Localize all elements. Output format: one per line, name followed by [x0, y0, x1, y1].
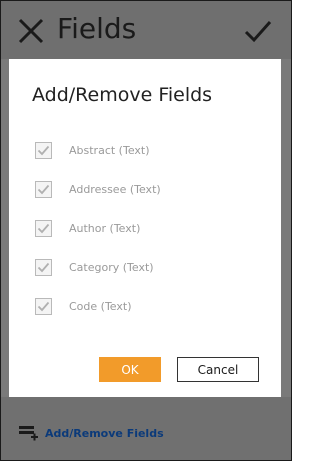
app-frame: Fields Add/Remove Fields Add/Remove Fiel… — [0, 0, 292, 461]
checkbox-icon — [37, 184, 50, 194]
checkbox[interactable] — [35, 219, 52, 237]
cancel-button[interactable]: Cancel — [177, 357, 259, 382]
checkbox-icon — [37, 301, 50, 311]
checkbox-icon — [37, 145, 50, 155]
field-row[interactable]: Category (Text) — [35, 257, 154, 277]
field-label: Addressee (Text) — [69, 182, 161, 196]
checkbox-icon — [37, 223, 50, 233]
field-label: Author (Text) — [69, 221, 141, 235]
field-label: Abstract (Text) — [69, 143, 150, 157]
field-row[interactable]: Addressee (Text) — [35, 179, 161, 199]
add-remove-fields-dialog: Add/Remove Fields Abstract (Text) Addres… — [9, 59, 281, 397]
dialog-title: Add/Remove Fields — [32, 84, 213, 106]
checkbox-icon — [37, 262, 50, 272]
checkbox[interactable] — [35, 141, 52, 159]
field-row[interactable]: Abstract (Text) — [35, 140, 150, 160]
ok-button[interactable]: OK — [99, 357, 161, 382]
checkbox[interactable] — [35, 180, 52, 198]
field-row[interactable]: Code (Text) — [35, 296, 132, 316]
field-row[interactable]: Author (Text) — [35, 218, 140, 238]
field-label: Code (Text) — [69, 299, 132, 313]
field-label: Category (Text) — [69, 260, 154, 274]
checkbox[interactable] — [35, 297, 52, 315]
checkbox[interactable] — [35, 258, 52, 276]
